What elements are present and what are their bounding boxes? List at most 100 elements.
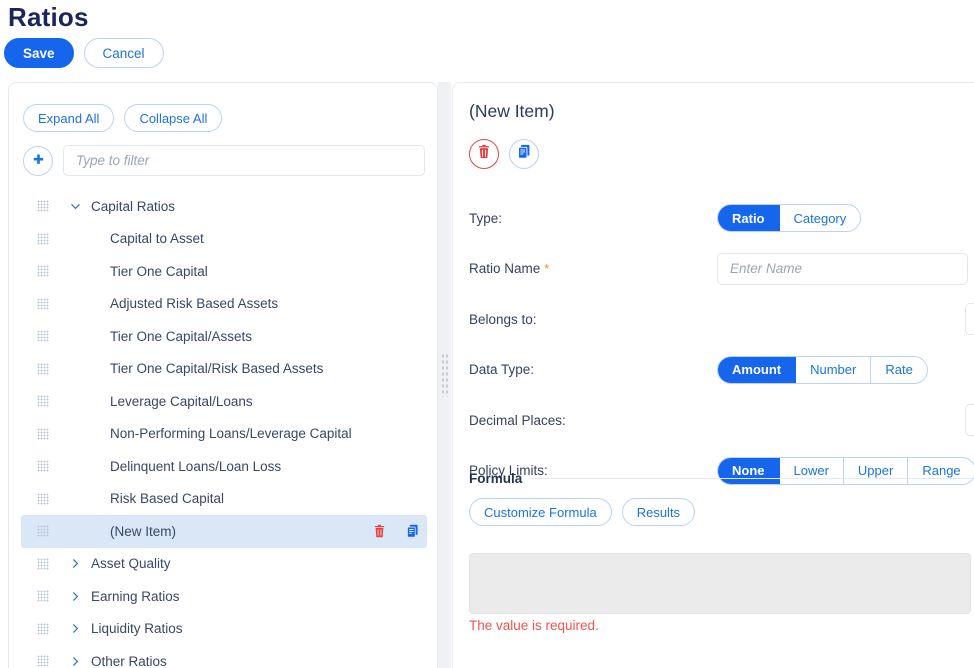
tree-row[interactable]: Delinquent Loans/Loan Loss [21,450,427,483]
segment-option[interactable]: Amount [718,356,797,383]
ratios-page: Ratios Save Cancel Expand All Collapse A… [0,0,974,668]
tree-row[interactable]: Other Ratios [21,645,427,668]
filter-input[interactable] [63,145,425,176]
type-segmented[interactable]: Ratio Category [717,204,862,233]
detail-title: (New Item) [469,101,555,121]
tree-row-label: Earning Ratios [91,588,180,604]
formula-section: Formula Customize Formula Results The va… [469,471,971,633]
segment-option[interactable]: Ratio [718,205,780,232]
belongs-to-select[interactable]: Capital Ratios [965,303,974,336]
tree-row[interactable]: Non-Performing Loans/Leverage Capital [21,418,427,451]
decimal-places-select[interactable]: 0 [965,404,974,437]
expand-all-button[interactable]: Expand All [23,104,115,132]
copy-button[interactable] [509,139,539,169]
chevron-right-icon[interactable] [67,655,83,668]
formula-section-head: Formula [469,471,971,486]
add-item-button[interactable] [23,145,53,176]
chevron-down-icon[interactable] [67,200,83,213]
tree-row-label: Capital Ratios [91,198,176,214]
save-button[interactable]: Save [4,38,74,68]
field-row-belongs-to: Belongs to: Capital Ratios [469,294,974,345]
cancel-button[interactable]: Cancel [83,38,164,68]
tree-row[interactable]: Tier One Capital/Assets [21,320,427,353]
type-label: Type: [469,210,503,226]
drag-handle-icon[interactable] [37,200,49,213]
tree-row-actions [373,524,419,538]
tree-row[interactable]: Leverage Capital/Loans [21,385,427,418]
panel-splitter[interactable] [438,82,451,668]
tree-row[interactable]: Tier One Capital/Risk Based Assets [21,353,427,386]
drag-handle-icon[interactable] [37,297,49,310]
drag-handle-icon[interactable] [37,655,49,668]
tree-row-label: Leverage Capital/Loans [110,393,253,409]
ratio-name-input[interactable] [717,252,968,285]
drag-handle-icon[interactable] [37,265,49,278]
field-row-data-type: Data Type: Amount Number Rate [469,345,971,396]
ratio-name-label-text: Ratio Name [469,261,541,277]
tree-row[interactable]: Capital to Asset [21,223,427,256]
decimal-places-control: 0 [965,404,974,437]
segment-option[interactable]: Rate [871,357,926,383]
drag-handle-icon[interactable] [37,622,49,635]
decimal-places-label: Decimal Places: [469,412,566,428]
tree-row-label: Delinquent Loans/Loan Loss [110,458,282,474]
ratio-name-control [717,252,968,285]
copy-icon [517,144,531,164]
chevron-right-icon[interactable] [67,590,83,603]
customize-formula-button[interactable]: Customize Formula [469,498,612,526]
drag-handle-icon[interactable] [37,232,49,245]
tree-row-label: Adjusted Risk Based Assets [110,296,279,312]
field-row-type: Type: Ratio Category [469,193,971,244]
chevron-right-icon[interactable] [67,557,83,570]
data-type-control: Amount Number Rate [717,355,968,384]
drag-handle-icon[interactable] [37,557,49,570]
tree-row[interactable]: Risk Based Capital [21,483,427,516]
tree-row[interactable]: Capital Ratios [21,190,427,223]
formula-error-message: The value is required. [469,618,599,633]
drag-handle-icon[interactable] [37,590,49,603]
plus-icon [31,153,46,168]
segment-option[interactable]: Category [780,205,861,231]
drag-handle-icon[interactable] [37,460,49,473]
tree-row[interactable]: Earning Ratios [21,580,427,613]
drag-handle-icon[interactable] [37,492,49,505]
detail-form: Type: RatioCategory Ratio Name* Belongs … [469,193,974,496]
belongs-to-label: Belongs to: [469,311,537,327]
trash-icon [477,144,491,164]
tree-row-label: Capital to Asset [110,231,204,247]
trash-icon[interactable] [373,524,386,538]
copy-icon[interactable] [406,524,419,538]
drag-handle-icon[interactable] [37,525,49,538]
segment-option[interactable]: Number [796,356,872,383]
tree-row-label: Other Ratios [91,653,167,668]
formula-textarea[interactable] [469,553,971,614]
splitter-grip[interactable] [441,353,448,397]
collapse-all-button[interactable]: Collapse All [124,104,223,132]
detail-actions [469,139,539,169]
drag-handle-icon[interactable] [37,395,49,408]
formula-buttons: Customize Formula Results [469,498,971,526]
tree-row-label: Non-Performing Loans/Leverage Capital [110,426,352,442]
ratio-name-label: Ratio Name * [469,261,717,276]
formula-section-title: Formula [469,471,523,486]
data-type-label: Data Type: [469,362,535,378]
tree-row-label: Asset Quality [91,556,171,572]
delete-button[interactable] [469,139,499,169]
tree-row[interactable]: Tier One Capital [21,255,427,288]
drag-handle-icon[interactable] [37,362,49,375]
chevron-right-icon[interactable] [67,622,83,635]
ratios-tree: Capital Ratios Capital to Asset Tier One C… [21,190,427,668]
data-type-segmented[interactable]: Amount Number Rate [717,355,928,384]
tree-row[interactable]: Liquidity Ratios [21,613,427,646]
tree-row[interactable]: Adjusted Risk Based Assets [21,288,427,321]
tree-row[interactable]: Asset Quality [21,548,427,581]
results-button[interactable]: Results [621,498,696,526]
page-title: Ratios [8,2,89,32]
tree-row-label: Tier One Capital/Assets [110,328,253,344]
tree-toolbar: Expand All Collapse All [23,104,223,132]
belongs-to-control: Capital Ratios [965,303,974,336]
drag-handle-icon[interactable] [37,427,49,440]
field-row-decimal-places: Decimal Places: 0 [469,395,974,446]
drag-handle-icon[interactable] [37,330,49,343]
tree-row[interactable]: (New Item) [21,515,427,548]
